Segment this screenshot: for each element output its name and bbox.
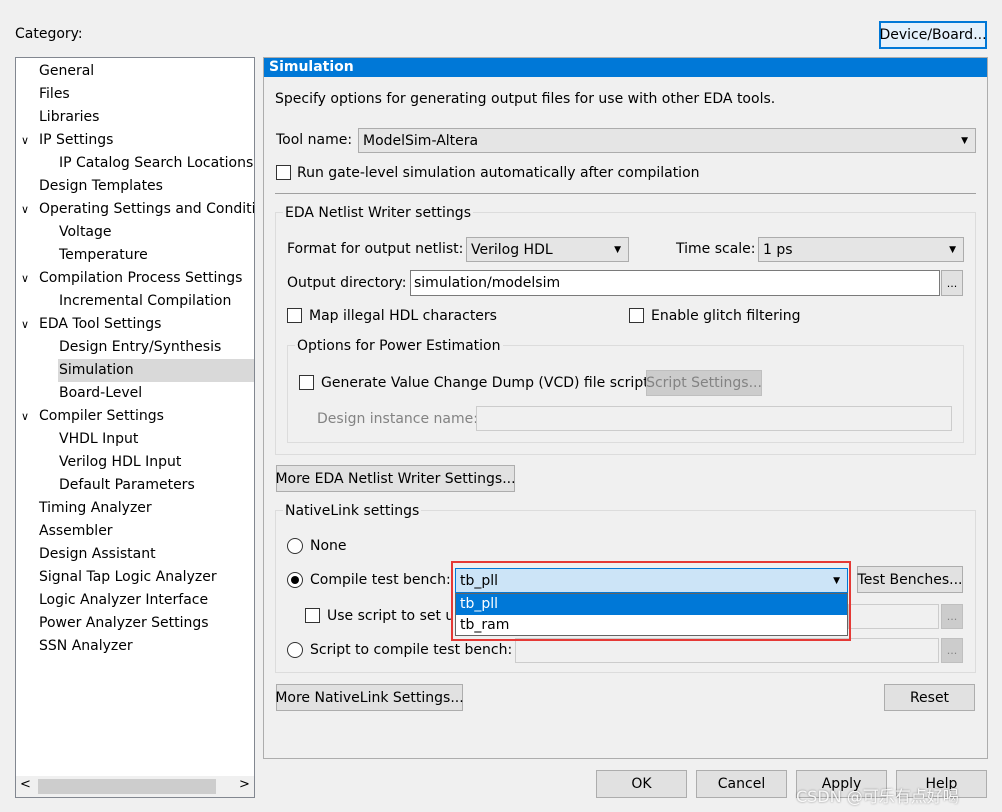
format-label: Format for output netlist: bbox=[287, 241, 464, 257]
glitch-checkbox[interactable] bbox=[629, 308, 644, 323]
more-netlist-settings-button[interactable]: More EDA Netlist Writer Settings... bbox=[275, 465, 516, 492]
scroll-thumb[interactable] bbox=[38, 779, 216, 794]
tree-item[interactable]: SSN Analyzer bbox=[39, 635, 133, 658]
tree-item[interactable]: Compiler Settings bbox=[39, 405, 164, 428]
tree-item[interactable]: IP Settings bbox=[39, 129, 113, 152]
script-compile-label: Script to compile test bench: bbox=[310, 642, 513, 658]
ok-button[interactable]: OK bbox=[596, 770, 687, 798]
tool-name-select[interactable]: ModelSim-Altera ▼ bbox=[358, 128, 976, 153]
tree-item[interactable]: Timing Analyzer bbox=[39, 497, 152, 520]
tree-item[interactable]: General bbox=[39, 60, 94, 83]
run-gate-level-label: Run gate-level simulation automatically … bbox=[297, 165, 700, 181]
cancel-button[interactable]: Cancel bbox=[696, 770, 787, 798]
scroll-left-icon[interactable]: < bbox=[20, 777, 31, 792]
tree-item[interactable]: Logic Analyzer Interface bbox=[39, 589, 208, 612]
outdir-label: Output directory: bbox=[287, 275, 407, 291]
instance-input[interactable] bbox=[476, 406, 952, 431]
tree-expander-icon[interactable]: ∨ bbox=[21, 129, 29, 152]
tree-item[interactable]: Files bbox=[39, 83, 70, 106]
category-tree[interactable]: General Files Libraries ∨ IP Settings IP Cata… bbox=[15, 57, 255, 798]
tree-item[interactable]: Design Assistant bbox=[39, 543, 156, 566]
tree-item[interactable]: Default Parameters bbox=[59, 474, 195, 497]
tool-name-value: ModelSim-Altera bbox=[363, 132, 479, 149]
power-group-title: Options for Power Estimation bbox=[295, 338, 503, 354]
tree-item[interactable]: Temperature bbox=[59, 244, 148, 267]
map-illegal-checkbox[interactable] bbox=[287, 308, 302, 323]
tree-item[interactable]: IP Catalog Search Locations bbox=[59, 152, 253, 175]
compile-tb-radio[interactable] bbox=[287, 572, 303, 588]
device-board-button[interactable]: Device/Board... bbox=[879, 21, 987, 49]
tree-expander-icon[interactable]: ∨ bbox=[21, 405, 29, 428]
script-compile-input[interactable] bbox=[515, 638, 939, 663]
format-value: Verilog HDL bbox=[471, 241, 553, 258]
use-script-input[interactable] bbox=[848, 604, 939, 629]
tree-item[interactable]: Design Templates bbox=[39, 175, 163, 198]
tool-name-label: Tool name: bbox=[276, 132, 353, 148]
use-script-checkbox[interactable] bbox=[305, 608, 320, 623]
annotation-highlight-box bbox=[451, 561, 851, 641]
tree-item[interactable]: EDA Tool Settings bbox=[39, 313, 161, 336]
timescale-value: 1 ps bbox=[763, 241, 793, 258]
panel-description: Specify options for generating output fi… bbox=[275, 91, 776, 107]
category-label: Category: bbox=[15, 26, 83, 42]
map-illegal-label: Map illegal HDL characters bbox=[309, 308, 497, 324]
none-label: None bbox=[310, 538, 347, 554]
tree-item[interactable]: Board-Level bbox=[59, 382, 142, 405]
chevron-down-icon: ▼ bbox=[614, 244, 621, 255]
tree-item[interactable]: Operating Settings and Conditions bbox=[39, 198, 254, 221]
chevron-down-icon: ▼ bbox=[949, 244, 956, 255]
panel-title: Simulation bbox=[264, 58, 987, 77]
instance-label: Design instance name: bbox=[317, 411, 478, 427]
format-select[interactable]: Verilog HDL ▼ bbox=[466, 237, 629, 262]
script-compile-browse-button[interactable]: ... bbox=[941, 638, 963, 663]
nativelink-group-title: NativeLink settings bbox=[283, 503, 422, 519]
outdir-browse-button[interactable]: ... bbox=[941, 270, 963, 296]
script-compile-radio[interactable] bbox=[287, 642, 303, 658]
tree-item[interactable]: Verilog HDL Input bbox=[59, 451, 181, 474]
tree-item[interactable]: Compilation Process Settings bbox=[39, 267, 242, 290]
run-gate-level-checkbox[interactable] bbox=[276, 165, 291, 180]
scroll-right-icon[interactable]: > bbox=[239, 777, 250, 792]
tree-item[interactable]: Assembler bbox=[39, 520, 113, 543]
watermark: CSDN @可乐有点好喝 bbox=[796, 787, 959, 806]
tree-item[interactable]: VHDL Input bbox=[59, 428, 138, 451]
separator bbox=[275, 193, 976, 194]
tree-expander-icon[interactable]: ∨ bbox=[21, 198, 29, 221]
vcd-label: Generate Value Change Dump (VCD) file sc… bbox=[321, 375, 649, 391]
tree-item[interactable]: Power Analyzer Settings bbox=[39, 612, 209, 635]
outdir-input[interactable]: simulation/modelsim bbox=[410, 270, 940, 296]
chevron-down-icon: ▼ bbox=[961, 135, 968, 146]
compile-tb-label: Compile test bench: bbox=[310, 572, 451, 588]
tree-item[interactable]: Design Entry/Synthesis bbox=[59, 336, 221, 359]
glitch-label: Enable glitch filtering bbox=[651, 308, 801, 324]
script-settings-button[interactable]: Script Settings... bbox=[646, 370, 762, 396]
tree-item[interactable]: Incremental Compilation bbox=[59, 290, 231, 313]
more-nativelink-settings-button[interactable]: More NativeLink Settings... bbox=[275, 684, 464, 711]
use-script-browse-button[interactable]: ... bbox=[941, 604, 963, 629]
tree-item[interactable]: Voltage bbox=[59, 221, 112, 244]
tree-expander-icon[interactable]: ∨ bbox=[21, 267, 29, 290]
tree-expander-icon[interactable]: ∨ bbox=[21, 313, 29, 336]
none-radio[interactable] bbox=[287, 538, 303, 554]
tree-item[interactable]: Libraries bbox=[39, 106, 99, 129]
tree-item[interactable]: Simulation bbox=[59, 359, 134, 382]
vcd-checkbox[interactable] bbox=[299, 375, 314, 390]
test-benches-button[interactable]: Test Benches... bbox=[857, 566, 963, 593]
timescale-label: Time scale: bbox=[676, 241, 756, 257]
tree-hscrollbar[interactable]: < > bbox=[16, 776, 254, 797]
reset-button[interactable]: Reset bbox=[884, 684, 975, 711]
netlist-group-title: EDA Netlist Writer settings bbox=[283, 205, 473, 221]
timescale-select[interactable]: 1 ps ▼ bbox=[758, 237, 964, 262]
tree-item[interactable]: Signal Tap Logic Analyzer bbox=[39, 566, 217, 589]
